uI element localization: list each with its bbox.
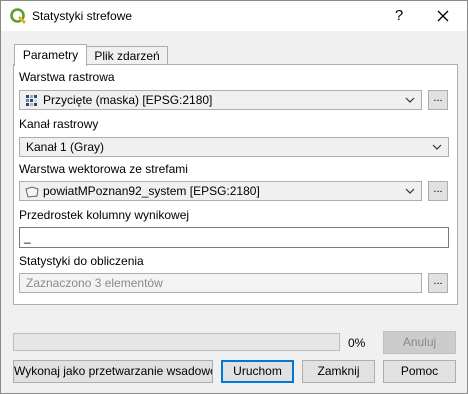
raster-band-value: Kanał 1 (Gray) [26, 140, 105, 154]
statistics-field: Zaznaczono 3 elementów [19, 273, 422, 293]
raster-band-label: Kanał rastrowy [19, 117, 99, 131]
prefix-label: Przedrostek kolumny wynikowej [19, 208, 190, 222]
help-button[interactable]: Pomoc [383, 360, 456, 383]
raster-layer-label: Warstwa rastrowa [19, 70, 115, 84]
chevron-down-icon [432, 144, 442, 150]
prefix-value: _ [24, 230, 31, 244]
statistics-label: Statystyki do obliczenia [19, 254, 144, 268]
raster-band-combo[interactable]: Kanał 1 (Gray) [19, 137, 449, 157]
close-button[interactable]: Zamknij [302, 360, 375, 383]
parameters-panel: Warstwa rastrowa Przycięte (maska) [EPSG… [13, 64, 458, 305]
progress-percent: 0% [348, 336, 366, 350]
run-button[interactable]: Uruchom [221, 360, 294, 383]
polygon-layer-icon [25, 186, 39, 198]
vector-layer-value: powiatMPoznan92_system [EPSG:2180] [43, 184, 260, 198]
close-window-button[interactable] [421, 1, 465, 31]
qgis-logo-icon [10, 8, 26, 24]
vector-layer-combo[interactable]: powiatMPoznan92_system [EPSG:2180] [19, 181, 422, 201]
raster-layer-value: Przycięte (maska) [EPSG:2180] [43, 93, 213, 107]
chevron-down-icon [405, 97, 415, 103]
title-bar: Statystyki strefowe ? [1, 1, 467, 31]
progress-bar [13, 333, 340, 351]
help-title-button[interactable]: ? [377, 1, 421, 31]
raster-layer-icon [26, 95, 37, 106]
window-title: Statystyki strefowe [32, 9, 133, 23]
statistics-value: Zaznaczono 3 elementów [26, 276, 163, 290]
vector-layer-browse-button[interactable]: ... [428, 181, 448, 201]
prefix-input[interactable]: _ [19, 227, 449, 248]
cancel-button[interactable]: Anuluj [383, 331, 456, 354]
raster-layer-browse-button[interactable]: ... [428, 90, 448, 110]
chevron-down-icon [405, 188, 415, 194]
tab-log[interactable]: Plik zdarzeń [86, 46, 168, 65]
batch-process-button[interactable]: Wykonaj jako przetwarzanie wsadowe... [13, 360, 213, 383]
close-icon [437, 10, 449, 22]
tab-parameters[interactable]: Parametry [14, 44, 87, 66]
statistics-browse-button[interactable]: ... [428, 273, 448, 293]
raster-layer-combo[interactable]: Przycięte (maska) [EPSG:2180] [19, 90, 422, 110]
vector-layer-label: Warstwa wektorowa ze strefami [19, 162, 188, 176]
dialog-window: Statystyki strefowe ? Parametry Plik zda… [0, 0, 468, 394]
